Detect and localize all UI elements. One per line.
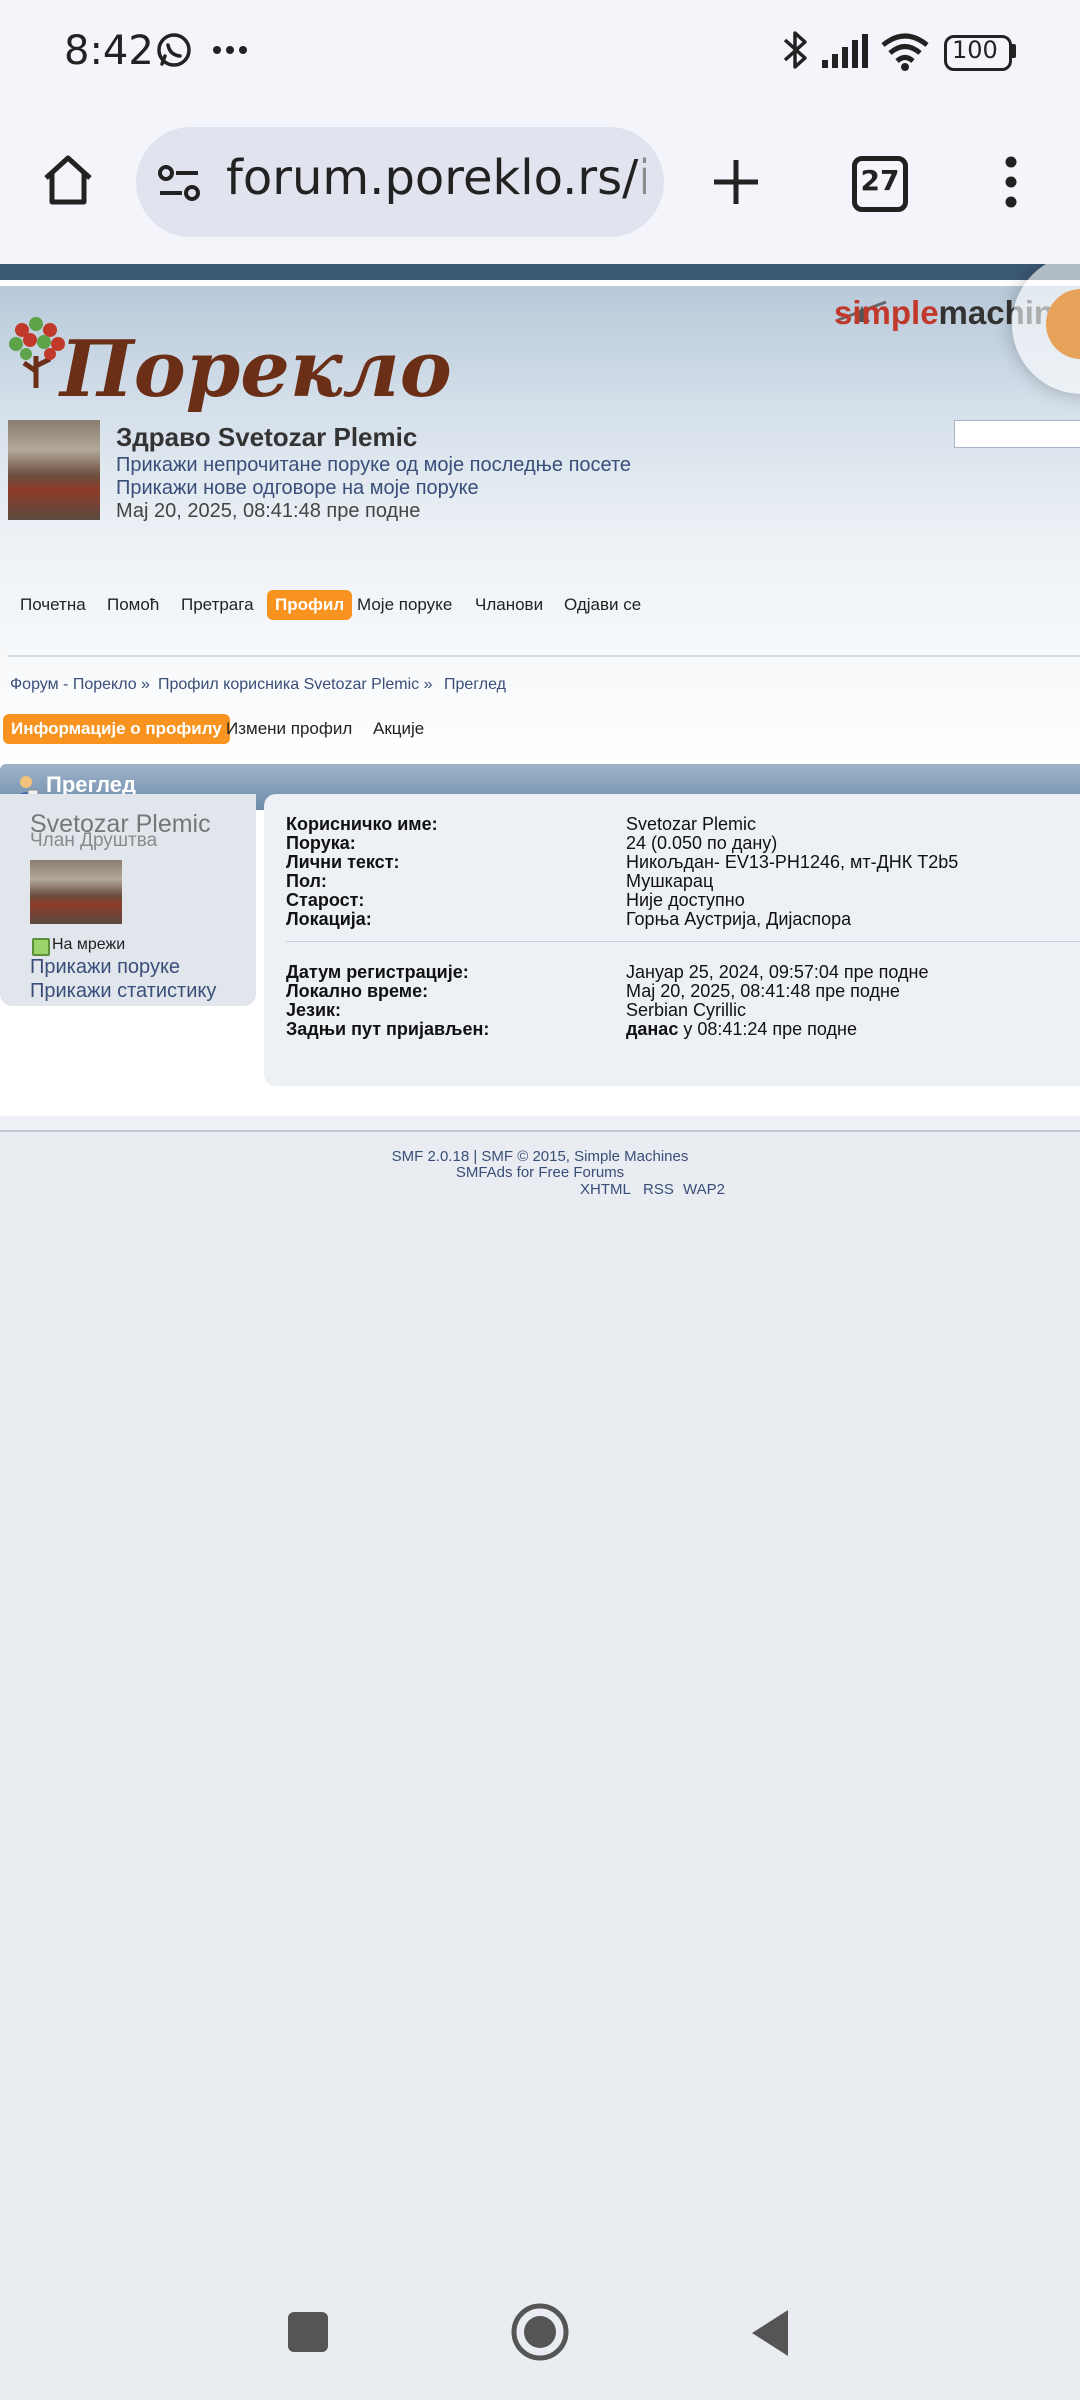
site-logo[interactable]: Порекло (60, 324, 452, 415)
user-avatar[interactable] (8, 420, 100, 520)
url-faded: inde (638, 150, 646, 206)
top-stripe (0, 264, 1080, 280)
field-value-location: Горња Аустрија, Дијаспора (626, 909, 852, 929)
site-settings-icon[interactable] (156, 160, 202, 206)
footer-top (0, 1116, 1080, 1130)
last-active-today: данас (626, 1019, 679, 1039)
tab-profile-info[interactable]: Информације о профилу (3, 714, 230, 744)
field-label-username: Корисничко име: (286, 814, 438, 834)
profile-avatar (30, 860, 122, 924)
status-time: 8:42 (64, 28, 154, 74)
field-value-posts: 24 (0.050 по дану) (626, 833, 778, 853)
field-label-posts: Порука: (286, 833, 356, 853)
footer-copyright[interactable]: SMF 2.0.18 | SMF © 2015, Simple Machines (0, 1148, 1080, 1165)
field-value-personal-text: Никољдан- EV13-PH1246, мт-ДНК T2b5 (626, 852, 959, 872)
field-label-gender: Пол: (286, 871, 327, 891)
field-value-last-active: данас у 08:41:24 пре подне (626, 1019, 857, 1040)
details-divider (286, 941, 1080, 942)
back-triangle-icon[interactable] (748, 2308, 792, 2358)
footer (0, 1132, 1080, 2264)
profile-role: Члан Друштва (30, 830, 158, 851)
recents-square-icon[interactable] (288, 2312, 328, 2352)
field-value-age: Није доступно (626, 890, 745, 910)
search-input[interactable] (954, 420, 1080, 448)
menu-profile[interactable]: Профил (267, 590, 353, 620)
field-label-registered: Датум регистрације: (286, 962, 469, 982)
web-page: simplemachin Порекло Здраво Svetozar Ple… (0, 264, 1080, 2264)
breadcrumb-overview[interactable]: Преглед (444, 676, 506, 694)
online-status-icon (32, 938, 50, 956)
field-label-personal-text: Лични текст: (286, 852, 400, 872)
more-dots-icon (213, 46, 247, 54)
menu-divider (8, 655, 1080, 657)
tab-count: 27 (860, 164, 900, 197)
overflow-menu-icon[interactable] (996, 152, 1026, 212)
battery-level: 100 (952, 36, 998, 64)
breadcrumb-profile[interactable]: Профил корисника Svetozar Plemic » (158, 676, 433, 694)
footer-smfads[interactable]: SMFAds for Free Forums (0, 1164, 1080, 1181)
home-circle-icon[interactable] (510, 2302, 570, 2362)
greeting: Здраво Svetozar Plemic (116, 422, 418, 452)
bluetooth-icon (783, 31, 807, 69)
link-new-replies[interactable]: Прикажи нове одговоре на моје поруке (116, 477, 479, 500)
tab-actions[interactable]: Акције (365, 714, 432, 744)
link-unread-posts[interactable]: Прикажи непрочитане поруке од моје после… (116, 454, 631, 477)
field-label-location: Локација: (286, 909, 372, 929)
field-label-local-time: Локално време: (286, 981, 429, 1001)
menu-members[interactable]: Чланови (467, 590, 551, 620)
link-show-posts[interactable]: Прикажи поруке (30, 956, 180, 979)
header-datetime: Мај 20, 2025, 08:41:48 пре подне (116, 500, 421, 522)
field-value-username: Svetozar Plemic (626, 814, 757, 834)
url-visible: forum.poreklo.rs/ (226, 150, 639, 206)
footer-xhtml[interactable]: XHTML (580, 1181, 631, 1198)
field-value-language: Serbian Cyrillic (626, 1000, 747, 1020)
last-active-time: у 08:41:24 пре подне (678, 1019, 857, 1039)
menu-my-messages[interactable]: Моје поруке (349, 590, 460, 620)
link-show-stats[interactable]: Прикажи статистику (30, 980, 216, 1003)
footer-wap2[interactable]: WAP2 (683, 1181, 725, 1198)
new-tab-icon[interactable] (710, 156, 762, 208)
smf-logo-part-a: simple (834, 294, 939, 331)
signal-icon (822, 34, 868, 68)
battery-tip (1010, 44, 1016, 58)
field-label-last-active: Задњи пут пријављен: (286, 1019, 490, 1039)
menu-home[interactable]: Почетна (12, 590, 94, 620)
menu-logout[interactable]: Одјави се (556, 590, 649, 620)
home-icon[interactable] (40, 152, 96, 208)
tab-edit-profile[interactable]: Измени профил (218, 714, 360, 744)
online-status: На мрежи (52, 936, 126, 953)
wifi-icon (881, 33, 929, 71)
field-value-local-time: Мај 20, 2025, 08:41:48 пре подне (626, 981, 900, 1001)
field-label-age: Старост: (286, 890, 365, 910)
menu-help[interactable]: Помоћ (99, 590, 167, 620)
url-text[interactable]: forum.poreklo.rs/inde (226, 150, 646, 206)
field-value-registered: Јануар 25, 2024, 09:57:04 пре подне (626, 962, 929, 982)
menu-search[interactable]: Претрага (173, 590, 262, 620)
footer-rss[interactable]: RSS (643, 1181, 674, 1198)
field-value-gender: Мушкарац (626, 871, 714, 891)
whatsapp-icon (157, 33, 191, 67)
field-label-language: Језик: (286, 1000, 342, 1020)
breadcrumb-forum[interactable]: Форум - Порекло » (10, 676, 150, 694)
